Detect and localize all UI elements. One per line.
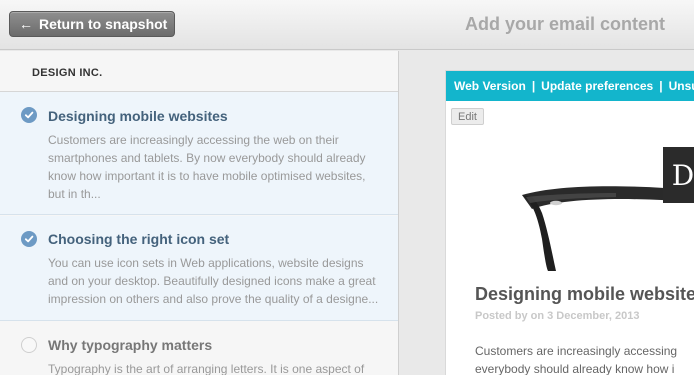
letter-badge: D	[663, 147, 694, 203]
email-preview: Web Version | Update preferences | Unsu …	[445, 70, 694, 375]
nav-separator: |	[659, 79, 663, 93]
post-excerpt: Customers are increasingly accessing eve…	[475, 344, 678, 375]
article-item-choosing-the-right-icon-set[interactable]: Choosing the right icon set You can use …	[0, 216, 398, 321]
email-preview-panel: Web Version | Update preferences | Unsu …	[400, 51, 694, 375]
article-title: Why typography matters	[48, 337, 213, 353]
arrow-left-icon: ←	[19, 16, 33, 32]
update-preferences-link[interactable]: Update preferences	[541, 79, 653, 93]
unchecked-circle-icon[interactable]	[21, 337, 37, 353]
page-title: Add your email content	[465, 14, 666, 34]
article-list-panel[interactable]: DESIGN INC. Designing mobile websites Cu…	[0, 51, 399, 375]
checkmark-icon[interactable]	[21, 107, 37, 123]
article-excerpt: Typography is the art of arranging lette…	[48, 362, 365, 375]
article-title: Choosing the right icon set	[48, 231, 230, 247]
article-item-designing-mobile-websites[interactable]: Designing mobile websites Customers are …	[0, 92, 398, 215]
return-button-label: Return to snapshot	[39, 16, 168, 32]
nav-separator: |	[531, 79, 536, 93]
article-excerpt: Customers are increasingly accessing the…	[48, 133, 366, 201]
company-name: DESIGN INC.	[32, 67, 103, 79]
unsubscribe-link[interactable]: Unsu	[669, 79, 694, 93]
article-excerpt: You can use icon sets in Web application…	[48, 256, 379, 306]
checkmark-icon[interactable]	[21, 231, 37, 247]
email-header-nav: Web Version | Update preferences | Unsu	[446, 71, 694, 101]
web-version-link[interactable]: Web Version	[454, 79, 526, 93]
article-title: Designing mobile websites	[48, 108, 228, 124]
post-title: Designing mobile websites	[475, 284, 694, 304]
post-meta: Posted by on 3 December, 2013	[475, 310, 640, 322]
return-to-snapshot-button[interactable]: ← Return to snapshot	[9, 11, 175, 37]
glasses-image	[522, 186, 694, 271]
edit-button[interactable]: Edit	[451, 108, 484, 125]
article-item-why-typography-matters[interactable]: Why typography matters Typography is the…	[0, 322, 398, 375]
top-bar: ← Return to snapshot Add your email cont…	[0, 0, 694, 50]
